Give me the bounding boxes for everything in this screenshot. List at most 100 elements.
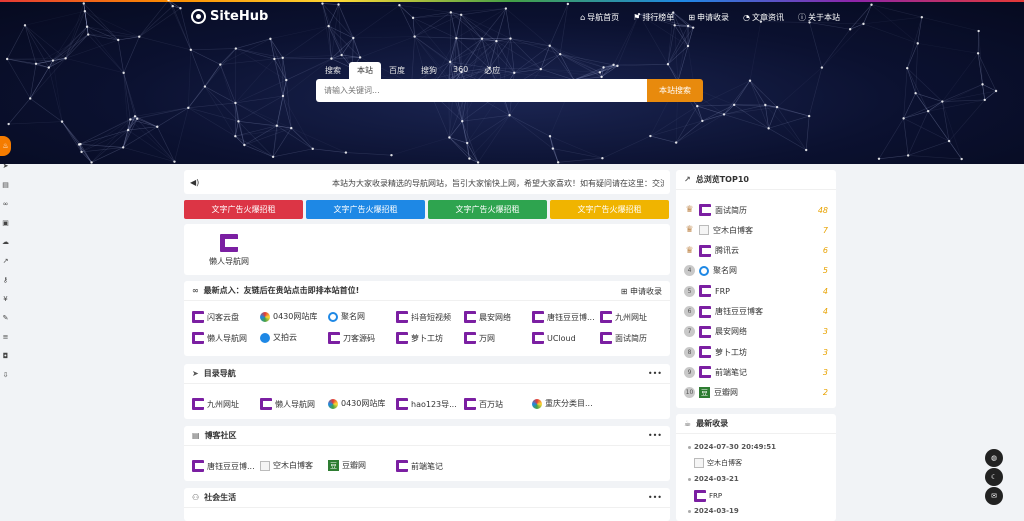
rank-row[interactable]: 7 晨安网络 3 [684, 325, 830, 339]
site-link[interactable]: 懒人导航网 [192, 332, 247, 344]
file-icon[interactable]: ▤ [0, 175, 11, 194]
key-icon[interactable]: ⚷ [0, 270, 11, 289]
more-icon[interactable]: ••• [648, 431, 662, 440]
rank-row[interactable]: 4 聚名网 5 [684, 264, 830, 278]
home-icon: ⌂ [580, 13, 586, 22]
bell-fab-icon[interactable]: ◍ [985, 449, 1003, 467]
nav-ranking[interactable]: ⚑ 排行榜单 [633, 12, 674, 23]
site-link[interactable]: 懒人导航网 [260, 398, 315, 410]
text-ad-4[interactable]: 文字广告火爆招租 [550, 200, 669, 219]
search-input[interactable] [316, 79, 648, 102]
tab-360[interactable]: 360 [445, 62, 476, 80]
broken-image-icon [694, 458, 704, 468]
site-link[interactable]: 聚名网 [328, 311, 365, 322]
nav-articles[interactable]: ◔ 文章资讯 [743, 12, 784, 23]
site-link[interactable]: UCloud [532, 332, 576, 344]
site-link[interactable]: 前端笔记 [396, 460, 443, 472]
recent-site[interactable]: FRP [694, 490, 722, 502]
list-icon[interactable]: ≡ [0, 327, 11, 346]
site-link[interactable]: 萝卜工坊 [396, 332, 443, 344]
tab-site[interactable]: 本站 [349, 62, 381, 80]
site-link[interactable]: 唐钰豆豆博... [192, 460, 255, 472]
rank-row[interactable]: 5 FRP 4 [684, 284, 830, 298]
dollar-icon[interactable]: ¥ [0, 289, 11, 308]
site-link[interactable]: 闪客云盘 [192, 311, 239, 323]
site-link[interactable]: 0430网站库 [328, 398, 385, 409]
social-section: ⚇ 社会生活 ••• [184, 488, 670, 521]
nav-about[interactable]: ⓘ 关于本站 [798, 12, 840, 23]
site-link[interactable]: 九州网址 [600, 311, 647, 323]
tab-search[interactable]: 搜索 [317, 62, 349, 80]
download-icon[interactable]: ⇩ [0, 365, 11, 384]
site-link[interactable]: 晨安网络 [464, 311, 511, 323]
nav-submit[interactable]: ⊞ 申请收录 [688, 12, 729, 23]
wrench-icon[interactable]: ✎ [0, 308, 11, 327]
site-logo-icon [699, 204, 711, 216]
paper-plane-icon[interactable]: ➤ [0, 156, 11, 175]
fire-icon[interactable]: ♨ [0, 136, 11, 156]
timeline-dot [688, 510, 691, 513]
rank-row[interactable]: ♛ 空木白博客 7 [684, 223, 830, 237]
tab-bing[interactable]: 必应 [476, 62, 508, 80]
site-link[interactable]: hao123导... [396, 398, 457, 410]
chart-icon[interactable]: ↗ [0, 251, 11, 270]
search-button[interactable]: 本站搜索 [647, 79, 703, 102]
more-icon[interactable]: ••• [648, 369, 662, 378]
rank-row[interactable]: 8 萝卜工坊 3 [684, 345, 830, 359]
rank-site-name: 唐钰豆豆博客 [715, 307, 763, 316]
bell-icon: ◔ [743, 13, 750, 22]
site-link[interactable]: 又拍云 [260, 332, 297, 343]
night-mode-icon[interactable]: ☾ [985, 468, 1003, 486]
site-link-label: 懒人导航网 [207, 333, 247, 343]
submit-link[interactable]: ⊞ 申请收录 [621, 286, 662, 297]
catalog-title: 目录导航 [203, 369, 236, 378]
site-link[interactable]: 空木白博客 [260, 460, 313, 471]
site-link[interactable]: 九州网址 [192, 398, 239, 410]
site-logo-icon [600, 311, 612, 323]
text-ad-1[interactable]: 文字广告火爆招租 [184, 200, 303, 219]
top10-title: 总浏览TOP10 [695, 175, 749, 184]
rank-row[interactable]: 10 豆豆瓣网 2 [684, 386, 830, 400]
rank-view-count: 2 [822, 388, 828, 398]
rank-view-count: 5 [822, 266, 828, 276]
rank-row[interactable]: 6 唐钰豆豆博客 4 [684, 305, 830, 319]
site-link[interactable]: 唐钰豆豆博... [532, 311, 595, 323]
link-icon[interactable]: ∞ [0, 194, 11, 213]
site-logo-icon [260, 398, 272, 410]
nav-home[interactable]: ⌂ 导航首页 [580, 12, 619, 23]
site-logo-icon [192, 460, 204, 472]
camera-icon[interactable]: ◘ [0, 346, 11, 365]
bag-icon[interactable]: ▣ [0, 213, 11, 232]
site-link[interactable]: 百万站 [464, 398, 503, 410]
site-link[interactable]: 万网 [464, 332, 495, 344]
recent-site[interactable]: 空木白博客 [694, 458, 742, 468]
site-link-label: 九州网址 [615, 312, 647, 322]
text-ad-2[interactable]: 文字广告火爆招租 [306, 200, 425, 219]
blog-header: ▤ 博客社区 ••• [184, 426, 670, 446]
site-link[interactable]: 面试简历 [600, 332, 647, 344]
rank-row[interactable]: 9 前端笔记 3 [684, 365, 830, 379]
douban-logo-icon: 豆 [328, 460, 339, 471]
chat-icon[interactable]: ✉ [985, 487, 1003, 505]
tab-sogou[interactable]: 搜狗 [413, 62, 445, 80]
site-link[interactable]: 抖音短视频 [396, 311, 451, 323]
rank-row[interactable]: ♛ 面试简历 48 [684, 203, 830, 217]
tab-baidu[interactable]: 百度 [381, 62, 413, 80]
brand-logo[interactable]: SiteHub [191, 9, 268, 24]
ring-logo-icon [328, 311, 338, 322]
site-logo-icon [464, 311, 476, 323]
rank-site-name: 腾讯云 [715, 246, 739, 256]
site-logo-icon [532, 332, 544, 344]
rank-row[interactable]: ♛ 腾讯云 6 [684, 244, 830, 258]
top10-header: ↗ 总浏览TOP10 [676, 170, 836, 190]
site-link[interactable]: 豆豆瓣网 [328, 460, 366, 471]
site-link[interactable]: 重庆分类目... [532, 398, 593, 409]
cloud-icon[interactable]: ☁ [0, 232, 11, 251]
site-link[interactable]: 0430网站库 [260, 311, 317, 322]
featured-site[interactable]: 懒人导航网 [206, 234, 252, 267]
text-ad-3[interactable]: 文字广告火爆招租 [428, 200, 547, 219]
more-icon[interactable]: ••• [648, 493, 662, 502]
flag-icon: ⚑ [633, 13, 641, 22]
site-link[interactable]: 刀客源码 [328, 332, 375, 344]
broken-image-icon [699, 225, 709, 236]
